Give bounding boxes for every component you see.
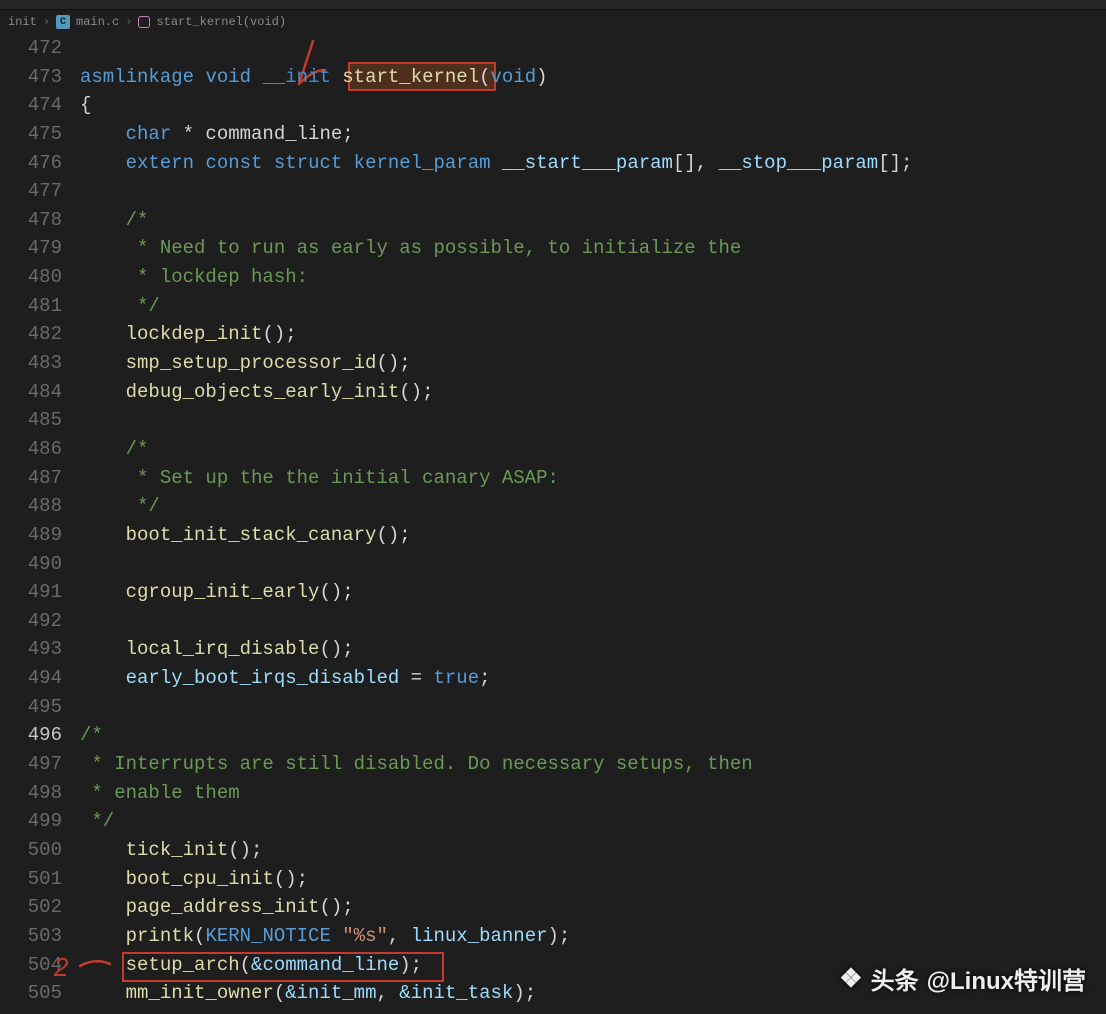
line-number: 503 [0, 922, 62, 951]
chevron-right-icon: › [43, 15, 50, 29]
watermark-handle: @Linux特训营 [927, 961, 1086, 996]
line-number: 484 [0, 378, 62, 407]
line-number: 482 [0, 320, 62, 349]
breadcrumb-seg[interactable]: init [8, 15, 37, 29]
breadcrumb-seg[interactable]: main.c [76, 15, 119, 29]
line-number: 477 [0, 177, 62, 206]
line-number: 486 [0, 435, 62, 464]
line-number: 492 [0, 607, 62, 636]
line-number: 476 [0, 149, 62, 178]
line-number: 490 [0, 550, 62, 579]
line-number: 487 [0, 464, 62, 493]
code-editor[interactable]: 4724734744754764774784794804814824834844… [0, 34, 1106, 1014]
watermark-prefix: 头条 [871, 961, 919, 996]
line-number: 488 [0, 492, 62, 521]
watermark: ❖ 头条 @Linux特训营 [839, 961, 1086, 996]
breadcrumb-seg[interactable]: start_kernel(void) [156, 15, 286, 29]
line-number: 500 [0, 836, 62, 865]
breadcrumb[interactable]: init › C main.c › start_kernel(void) [0, 10, 1106, 34]
line-number: 474 [0, 91, 62, 120]
line-number-gutter: 4724734744754764774784794804814824834844… [0, 34, 80, 1014]
line-number: 485 [0, 406, 62, 435]
chevron-right-icon: › [125, 15, 132, 29]
line-number: 493 [0, 635, 62, 664]
line-number: 505 [0, 979, 62, 1008]
line-number: 475 [0, 120, 62, 149]
line-number: 498 [0, 779, 62, 808]
line-number: 495 [0, 693, 62, 722]
line-number: 497 [0, 750, 62, 779]
line-number: 472 [0, 34, 62, 63]
c-file-icon: C [56, 15, 70, 29]
toutiao-logo-icon: ❖ [839, 963, 862, 994]
line-number: 499 [0, 807, 62, 836]
tab-bar [0, 0, 1106, 10]
line-number: 489 [0, 521, 62, 550]
line-number: 480 [0, 263, 62, 292]
code-area[interactable]: 2 asmlinkage void __init start_kernel(vo… [80, 34, 1106, 1014]
line-number: 479 [0, 234, 62, 263]
symbol-function-icon [138, 16, 150, 28]
line-number: 501 [0, 865, 62, 894]
line-number: 502 [0, 893, 62, 922]
line-number: 478 [0, 206, 62, 235]
line-number: 483 [0, 349, 62, 378]
line-number: 481 [0, 292, 62, 321]
line-number: 473 [0, 63, 62, 92]
line-number: 494 [0, 664, 62, 693]
line-number: 504 [0, 951, 62, 980]
line-number: 491 [0, 578, 62, 607]
line-number: 496 [0, 721, 62, 750]
